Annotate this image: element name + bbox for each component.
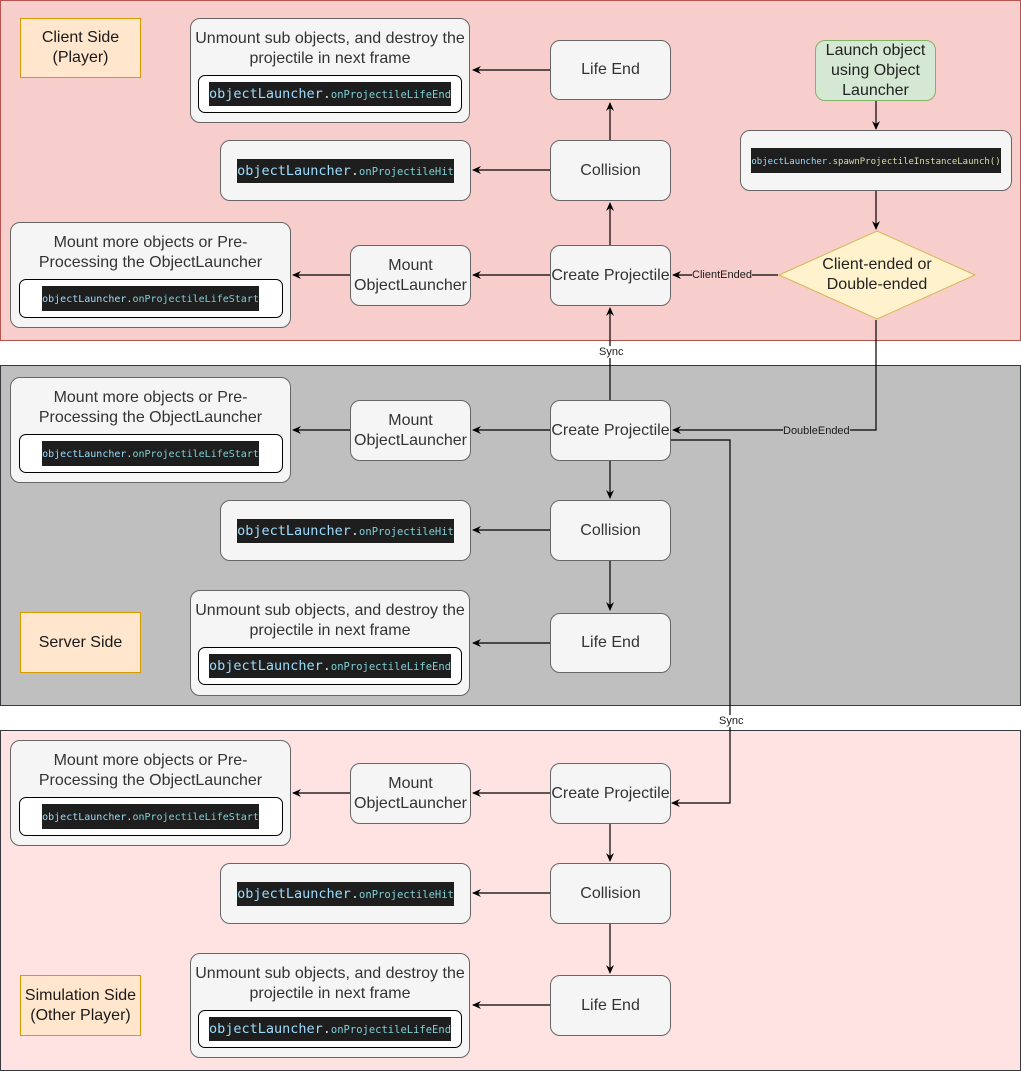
sim-unmount-desc: Unmount sub objects, and destroy the pro… <box>195 964 465 1002</box>
sim-mount-desc-node[interactable]: Mount more objects or Pre-Processing the… <box>10 740 291 846</box>
server-mount-code-frame: objectLauncher.onProjectileLifeStart <box>18 433 283 473</box>
server-mount-node[interactable]: Mount ObjectLauncher <box>350 400 471 461</box>
client-unmount-node[interactable]: Unmount sub objects, and destroy the pro… <box>190 18 470 123</box>
server-unmount-code-frame: objectLauncher.onProjectileLifeEnd <box>198 647 462 685</box>
server-side-label: Server Side <box>20 612 141 673</box>
sim-mount-node[interactable]: Mount ObjectLauncher <box>350 763 471 824</box>
launch-object-node[interactable]: Launch object using Object Launcher <box>815 40 936 101</box>
server-unmount-desc: Unmount sub objects, and destroy the pro… <box>195 602 465 639</box>
sim-hit-code: objectLauncher.onProjectileHit <box>237 881 454 906</box>
server-hit-code: objectLauncher.onProjectileHit <box>237 518 454 543</box>
sim-life-end-node[interactable]: Life End <box>550 975 671 1036</box>
client-unmount-desc: Unmount sub objects, and destroy the pro… <box>195 29 465 67</box>
server-life-end-node[interactable]: Life End <box>550 613 671 673</box>
edge-label-client-ended: ClientEnded <box>692 269 752 281</box>
sim-mount-desc: Mount more objects or Pre-Processing the… <box>38 751 263 789</box>
edge-label-sync-sim: Sync <box>719 715 744 727</box>
client-unmount-code-frame: objectLauncher.onProjectileLifeEnd <box>198 74 462 113</box>
client-hit-code: objectLauncher.onProjectileHit <box>237 158 454 183</box>
sim-mount-code-frame: objectLauncher.onProjectileLifeStart <box>18 796 283 836</box>
edge-label-double-ended: DoubleEnded <box>783 425 850 437</box>
client-mount-code: objectLauncher.onProjectileLifeStart <box>42 285 259 311</box>
server-collision-node[interactable]: Collision <box>550 500 671 561</box>
client-mount-node[interactable]: Mount ObjectLauncher <box>350 245 471 306</box>
client-mount-desc: Mount more objects or Pre-Processing the… <box>38 233 263 271</box>
server-mount-desc: Mount more objects or Pre-Processing the… <box>38 388 263 426</box>
simulation-side-label: Simulation Side (Other Player) <box>20 975 141 1036</box>
server-create-node[interactable]: Create Projectile <box>550 400 671 461</box>
sim-collision-node[interactable]: Collision <box>550 863 671 924</box>
server-mount-code: objectLauncher.onProjectileLifeStart <box>42 440 259 466</box>
server-unmount-node[interactable]: Unmount sub objects, and destroy the pro… <box>190 590 470 696</box>
client-side-label: Client Side (Player) <box>20 18 141 78</box>
client-collision-node[interactable]: Collision <box>550 140 671 201</box>
client-mount-code-frame: objectLauncher.onProjectileLifeStart <box>18 278 283 318</box>
sim-unmount-code-frame: objectLauncher.onProjectileLifeEnd <box>198 1009 462 1048</box>
sim-unmount-node[interactable]: Unmount sub objects, and destroy the pro… <box>190 953 470 1058</box>
client-unmount-code: objectLauncher.onProjectileLifeEnd <box>208 81 452 106</box>
spawn-code: objectLauncher.spawnProjectileInstanceLa… <box>751 148 1001 173</box>
sim-hit-node[interactable]: objectLauncher.onProjectileHit <box>220 863 471 924</box>
client-create-node[interactable]: Create Projectile <box>550 245 671 306</box>
sim-create-node[interactable]: Create Projectile <box>550 763 671 824</box>
client-hit-node[interactable]: objectLauncher.onProjectileHit <box>220 140 471 201</box>
edge-label-sync-client: Sync <box>599 346 624 358</box>
server-unmount-code: objectLauncher.onProjectileLifeEnd <box>208 654 452 678</box>
decision-text: Client-ended or Double-ended <box>822 256 932 293</box>
spawn-node[interactable]: objectLauncher.spawnProjectileInstanceLa… <box>740 130 1012 191</box>
client-mount-desc-node[interactable]: Mount more objects or Pre-Processing the… <box>10 222 291 328</box>
sim-mount-code: objectLauncher.onProjectileLifeStart <box>42 803 259 829</box>
server-hit-node[interactable]: objectLauncher.onProjectileHit <box>220 500 471 561</box>
client-life-end-node[interactable]: Life End <box>550 40 671 100</box>
server-mount-desc-node[interactable]: Mount more objects or Pre-Processing the… <box>10 377 291 483</box>
sim-unmount-code: objectLauncher.onProjectileLifeEnd <box>208 1016 452 1041</box>
